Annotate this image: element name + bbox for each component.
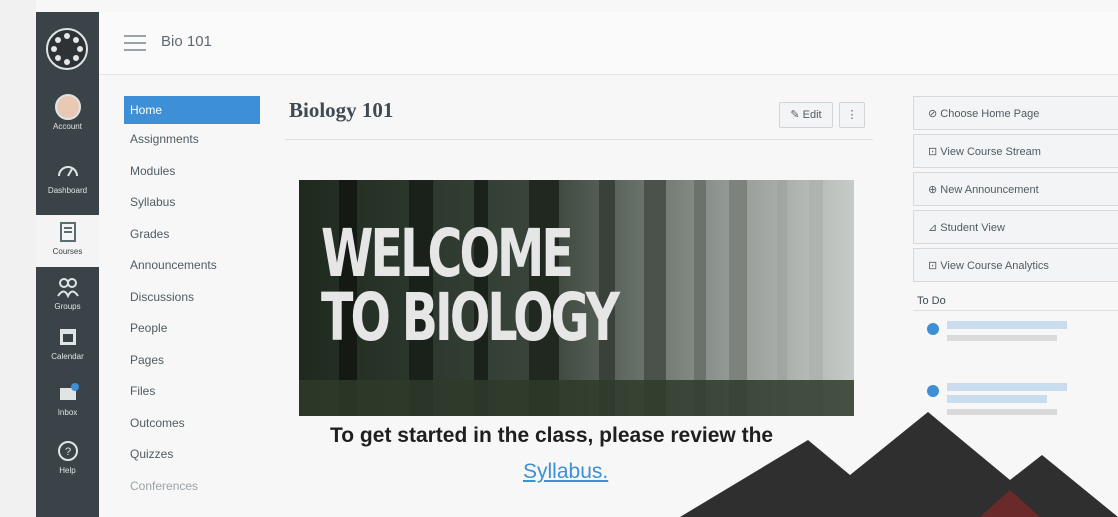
- banner-line-1: WELCOME: [321, 215, 574, 292]
- course-sidebar: ⊘ Choose Home Page ⊡ View Course Stream …: [913, 96, 1118, 435]
- course-nav-grades[interactable]: Grades: [124, 219, 260, 251]
- logo-dot: [55, 55, 61, 61]
- course-nav-assignments[interactable]: Assignments: [124, 124, 260, 156]
- logo-dot: [64, 33, 70, 39]
- mountain-watermark: [680, 412, 1118, 517]
- global-nav-label: Account: [53, 122, 82, 131]
- logo-dot: [51, 46, 57, 52]
- canvas-logo[interactable]: [46, 28, 88, 70]
- logo-dot: [73, 55, 79, 61]
- global-nav-label: Groups: [54, 302, 81, 311]
- global-nav-label: Dashboard: [47, 186, 88, 195]
- calendar-icon: [55, 324, 81, 350]
- breadcrumb[interactable]: Bio 101: [161, 33, 212, 50]
- more-options-button[interactable]: ⋮: [839, 102, 865, 128]
- todo-item-title-placeholder: [947, 383, 1067, 391]
- todo-item[interactable]: [913, 321, 1118, 373]
- avatar-icon: [54, 94, 81, 120]
- global-nav-dashboard[interactable]: Dashboard: [36, 158, 99, 195]
- course-nav-outcomes[interactable]: Outcomes: [124, 408, 260, 440]
- logo-dot: [73, 37, 79, 43]
- choose-home-page-button[interactable]: ⊘ Choose Home Page: [913, 96, 1118, 130]
- assignment-icon: [927, 323, 939, 335]
- course-nav-announcements[interactable]: Announcements: [124, 250, 260, 282]
- banner-line-2: TO BIOLOGY: [321, 279, 620, 356]
- course-nav-people[interactable]: People: [124, 313, 260, 345]
- assignment-icon: [927, 385, 939, 397]
- global-nav-label: Inbox: [57, 408, 78, 417]
- edit-button[interactable]: ✎ Edit: [779, 102, 833, 128]
- course-nav-quizzes[interactable]: Quizzes: [124, 439, 260, 471]
- hamburger-menu-icon[interactable]: [124, 35, 146, 51]
- course-nav-modules[interactable]: Modules: [124, 156, 260, 188]
- course-nav-syllabus[interactable]: Syllabus: [124, 187, 260, 219]
- logo-dot: [77, 46, 83, 52]
- global-navigation: Account Dashboard Courses Groups Calenda…: [36, 12, 99, 517]
- view-course-stream-button[interactable]: ⊡ View Course Stream: [913, 134, 1118, 168]
- top-bar: Bio 101: [99, 12, 1118, 75]
- groups-icon: [55, 274, 81, 300]
- svg-text:?: ?: [64, 446, 70, 458]
- speedometer-icon: [55, 158, 81, 184]
- global-nav-courses[interactable]: Courses: [36, 215, 99, 267]
- global-nav-label: Calendar: [51, 352, 84, 361]
- global-nav-groups[interactable]: Groups: [36, 274, 99, 311]
- global-nav-inbox[interactable]: Inbox: [36, 380, 99, 417]
- todo-item-meta-placeholder: [947, 335, 1057, 341]
- global-nav-label: Help: [59, 466, 76, 475]
- logo-dot: [55, 37, 61, 43]
- logo-dot: [64, 59, 70, 65]
- course-nav-home[interactable]: Home: [124, 96, 260, 124]
- help-icon: ?: [55, 438, 81, 464]
- todo-item-title-placeholder: [947, 321, 1067, 329]
- course-nav-files[interactable]: Files: [124, 376, 260, 408]
- global-nav-label: Courses: [52, 247, 83, 256]
- book-icon: [55, 219, 81, 245]
- course-nav-pages[interactable]: Pages: [124, 345, 260, 377]
- page-title: Biology 101: [289, 98, 394, 122]
- banner-heading: WELCOME TO BIOLOGY: [321, 215, 620, 356]
- welcome-banner-image: WELCOME TO BIOLOGY: [299, 180, 854, 416]
- global-nav-calendar[interactable]: Calendar: [36, 324, 99, 361]
- student-view-button[interactable]: ⊿ Student View: [913, 210, 1118, 244]
- syllabus-link[interactable]: Syllabus.: [523, 460, 608, 484]
- course-nav-conferences[interactable]: Conferences: [124, 471, 260, 503]
- course-nav-discussions[interactable]: Discussions: [124, 282, 260, 314]
- todo-heading: To Do: [913, 292, 1118, 311]
- global-nav-help[interactable]: ? Help: [36, 438, 99, 475]
- new-announcement-button[interactable]: ⊕ New Announcement: [913, 172, 1118, 206]
- inbox-icon: [55, 380, 81, 406]
- view-course-analytics-button[interactable]: ⊡ View Course Analytics: [913, 248, 1118, 282]
- divider: [285, 139, 873, 140]
- global-nav-account[interactable]: Account: [36, 94, 99, 131]
- window-margin: [0, 0, 36, 517]
- course-navigation: Home Assignments Modules Syllabus Grades…: [124, 96, 260, 502]
